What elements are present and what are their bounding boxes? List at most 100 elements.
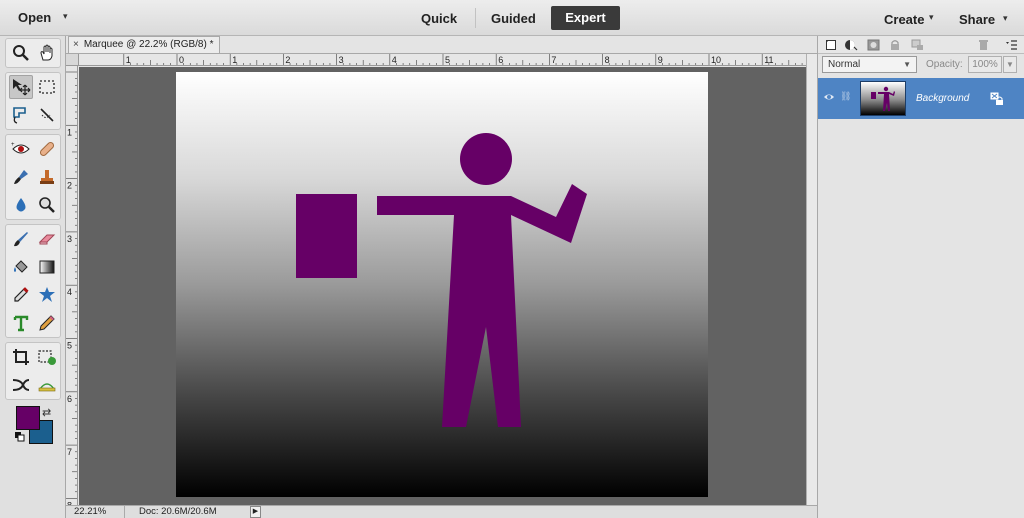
mode-separator	[475, 8, 476, 28]
eyedropper-tool[interactable]	[9, 283, 33, 307]
layer-mask-icon[interactable]	[866, 38, 880, 51]
custom-shape-tool[interactable]	[35, 283, 59, 307]
crop-icon	[13, 349, 29, 365]
paint-bucket-tool[interactable]	[9, 255, 33, 279]
blend-mode-select[interactable]: Normal ▼	[822, 56, 917, 73]
default-colors-icon[interactable]	[15, 432, 25, 442]
ruler-v-label: 6	[67, 394, 72, 404]
opacity-input[interactable]: 100%	[968, 56, 1002, 73]
share-button[interactable]: Share	[959, 12, 995, 27]
share-dropdown-caret-icon[interactable]: ▾	[1003, 13, 1008, 24]
layer-visibility-eye-icon[interactable]	[823, 92, 835, 102]
swap-colors-icon[interactable]: ⇄	[42, 406, 51, 419]
spot-healing-tool[interactable]	[35, 137, 59, 161]
eyedropper-icon	[14, 287, 29, 302]
zoom-tool[interactable]	[9, 41, 33, 65]
document-image[interactable]	[176, 72, 708, 497]
ruler-corner	[66, 54, 79, 66]
toolbox: + ⇄	[0, 36, 66, 518]
figure-body-shape	[377, 184, 587, 427]
type-tool[interactable]	[9, 311, 33, 335]
new-layer-icon[interactable]	[824, 38, 838, 51]
vertical-scrollbar[interactable]	[806, 54, 817, 505]
tool-group-enhance: +	[5, 134, 61, 220]
create-dropdown-caret-icon[interactable]: ▾	[929, 12, 934, 23]
close-tab-icon[interactable]: ×	[73, 39, 79, 50]
foreground-color-swatch[interactable]	[16, 406, 40, 430]
ruler-h-label: 3	[339, 55, 344, 65]
rectangular-marquee-icon	[39, 80, 55, 94]
ruler-v-label: 1	[67, 127, 72, 137]
document-tab[interactable]: × Marquee @ 22.2% (RGB/8) *	[68, 36, 220, 53]
clone-stamp-tool[interactable]	[35, 165, 59, 189]
recompose-icon	[38, 350, 56, 365]
mode-quick-tab[interactable]: Quick	[421, 11, 457, 26]
ruler-h-label: 8	[605, 55, 610, 65]
document-tab-title: Marquee @ 22.2% (RGB/8) *	[83, 39, 214, 50]
mode-guided-tab[interactable]: Guided	[491, 11, 536, 26]
create-button[interactable]: Create	[884, 12, 924, 27]
ruler-v-label: 7	[67, 447, 72, 457]
zoom-level[interactable]: 22.21%	[74, 506, 106, 518]
pencil-tool[interactable]	[35, 311, 59, 335]
crop-tool[interactable]	[9, 345, 33, 369]
recompose-tool[interactable]	[35, 345, 59, 369]
ruler-v-label: 3	[67, 234, 72, 244]
quick-selection-icon	[40, 108, 54, 122]
mode-expert-tab[interactable]: Expert	[551, 6, 620, 30]
hand-tool[interactable]	[35, 41, 59, 65]
ruler-v-label: 5	[67, 341, 72, 351]
type-icon	[13, 315, 29, 332]
adjustment-layer-icon[interactable]	[844, 38, 858, 51]
eraser-tool[interactable]	[35, 227, 59, 251]
opacity-dropdown-caret-icon[interactable]: ▼	[1003, 56, 1017, 73]
open-dropdown-caret-icon[interactable]: ▾	[63, 11, 68, 22]
gradient-tool[interactable]	[35, 255, 59, 279]
zoom-icon	[13, 45, 29, 61]
opacity-label: Opacity:	[926, 59, 963, 70]
layer-row-background[interactable]: ⛓ Background	[818, 78, 1024, 119]
lasso-tool[interactable]	[9, 103, 33, 127]
quick-selection-tool[interactable]	[35, 103, 59, 127]
brush-tool[interactable]	[9, 227, 33, 251]
tool-group-select	[5, 72, 61, 130]
status-menu-arrow-icon[interactable]: ▶	[250, 506, 261, 518]
blend-mode-value: Normal	[828, 59, 861, 70]
layer-thumbnail-figure	[871, 86, 895, 111]
horizontal-ruler: 1 0 1 2 3 4 5 6 7 8 9 10 11	[79, 54, 809, 66]
document-size-info: Doc: 20.6M/20.6M	[124, 506, 217, 518]
ruler-h-label: 7	[551, 55, 556, 65]
lock-transparent-icon[interactable]	[910, 38, 924, 51]
move-icon	[13, 79, 31, 96]
figure-head-shape	[460, 133, 512, 185]
smart-brush-tool[interactable]	[9, 165, 33, 189]
ruler-h-label: 6	[498, 55, 503, 65]
tool-group-draw	[5, 224, 61, 338]
clone-stamp-icon	[40, 170, 54, 184]
ruler-v-label: 4	[67, 287, 72, 297]
open-button[interactable]: Open	[18, 10, 51, 25]
ruler-h-label: 2	[285, 55, 290, 65]
ruler-h-label: 11	[764, 55, 773, 65]
content-aware-move-tool[interactable]	[9, 373, 33, 397]
lock-all-icon[interactable]	[888, 38, 902, 51]
brush-icon	[14, 232, 28, 247]
delete-layer-icon[interactable]	[976, 38, 990, 51]
smart-brush-icon	[14, 170, 28, 184]
move-tool[interactable]	[9, 75, 33, 99]
layers-panel-toolbar	[818, 36, 1024, 54]
red-eye-icon: +	[11, 142, 30, 154]
layer-link-icon[interactable]: ⛓	[840, 91, 851, 102]
layer-name[interactable]: Background	[916, 93, 969, 104]
sponge-tool[interactable]	[35, 193, 59, 217]
panel-menu-icon[interactable]	[1004, 38, 1018, 51]
pencil-icon	[39, 315, 55, 331]
blur-tool[interactable]	[9, 193, 33, 217]
rectangular-marquee-tool[interactable]	[35, 75, 59, 99]
straighten-tool[interactable]	[35, 373, 59, 397]
ruler-h-label: 4	[392, 55, 397, 65]
svg-text:+: +	[11, 142, 15, 148]
ruler-v-label: 2	[67, 181, 72, 191]
red-eye-tool[interactable]: +	[9, 137, 33, 161]
tool-group-view	[5, 38, 61, 68]
